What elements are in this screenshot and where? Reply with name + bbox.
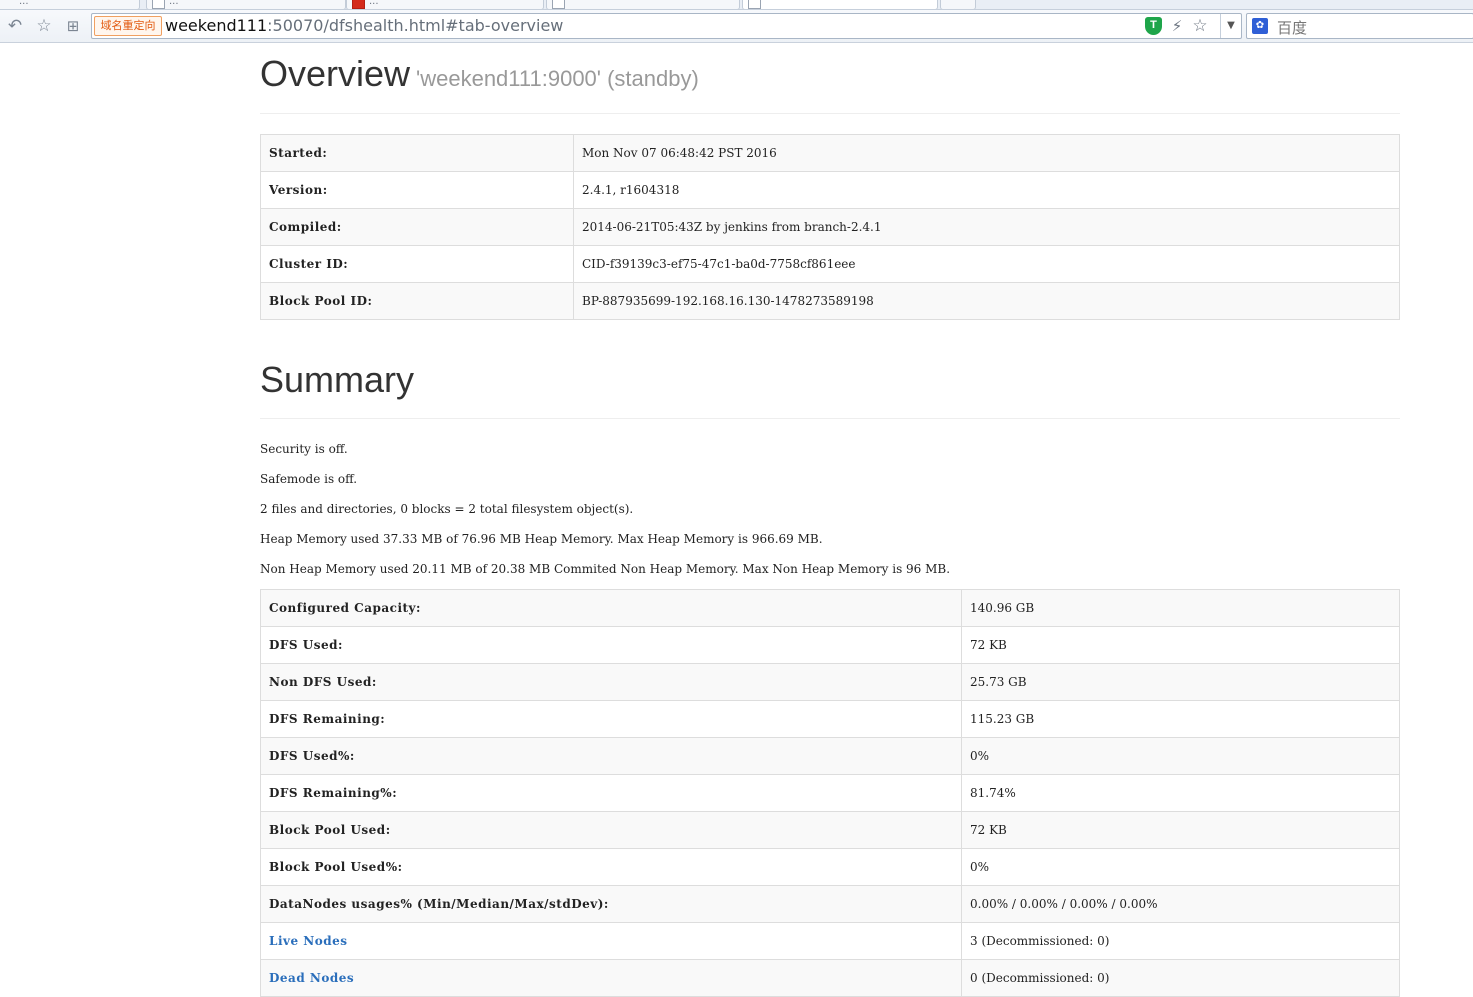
namenode-subtitle: 'weekend111:9000' (standby) <box>416 66 699 91</box>
tab-strip: ... ... ... <box>0 0 1473 10</box>
page-icon <box>748 0 761 9</box>
search-box[interactable]: ✿ 百度 <box>1246 13 1473 39</box>
row-label: Live Nodes <box>260 922 962 960</box>
table-row: Block Pool ID: BP-887935699-192.168.16.13… <box>260 282 1400 320</box>
url-host: weekend111 <box>165 16 268 35</box>
summary-title: Summary <box>260 359 415 400</box>
row-value: 3 (Decommissioned: 0) <box>961 922 1400 960</box>
table-row: Block Pool Used: 72 KB <box>260 811 1400 849</box>
table-row: DFS Used: 72 KB <box>260 626 1400 664</box>
row-value: 81.74% <box>961 774 1400 812</box>
table-row: Configured Capacity: 140.96 GB <box>260 589 1400 627</box>
overview-table: Started: Mon Nov 07 06:48:42 PST 2016 Ver… <box>260 134 1400 320</box>
url-text[interactable]: weekend111:50070/dfshealth.html#tab-over… <box>165 17 563 35</box>
url-path: :50070/dfshealth.html#tab-overview <box>267 16 564 35</box>
row-label: DFS Used: <box>260 626 962 664</box>
row-value: Mon Nov 07 06:48:42 PST 2016 <box>573 134 1400 172</box>
row-label: Block Pool ID: <box>260 282 574 320</box>
row-label: Version: <box>260 171 574 209</box>
browser-tab[interactable] <box>546 0 740 9</box>
bookmark-star-icon[interactable]: ☆ <box>1190 17 1210 35</box>
row-value: 72 KB <box>961 626 1400 664</box>
favorite-star-icon[interactable]: ☆ <box>34 16 54 36</box>
table-row: Compiled: 2014-06-21T05:43Z by jenkins fr… <box>260 208 1400 246</box>
security-status: Security is off. <box>260 442 348 456</box>
row-label: DFS Remaining%: <box>260 774 962 812</box>
page-icon <box>152 0 165 9</box>
browser-tab-active[interactable] <box>742 0 938 9</box>
redirect-badge[interactable]: 域名重定向 <box>94 16 162 36</box>
row-value: 25.73 GB <box>961 663 1400 701</box>
browser-tab[interactable]: ... <box>346 0 544 9</box>
row-label: Non DFS Used: <box>260 663 962 701</box>
new-tab-button[interactable] <box>940 0 976 9</box>
row-value: 140.96 GB <box>961 589 1400 627</box>
row-label: Configured Capacity: <box>260 589 962 627</box>
row-value: 72 KB <box>961 811 1400 849</box>
row-value: 0% <box>961 848 1400 886</box>
page-title: Overview'weekend111:9000' (standby) <box>260 54 699 99</box>
table-row: Block Pool Used%: 0% <box>260 848 1400 886</box>
table-row: Version: 2.4.1, r1604318 <box>260 171 1400 209</box>
tab-label: ... <box>19 0 29 7</box>
address-bar[interactable]: 域名重定向 weekend111:50070/dfshealth.html#ta… <box>91 13 1242 39</box>
tab-label: ... <box>369 0 379 7</box>
row-value: 0 (Decommissioned: 0) <box>961 959 1400 997</box>
row-label: DFS Used%: <box>260 737 962 775</box>
non-heap-memory: Non Heap Memory used 20.11 MB of 20.38 M… <box>260 562 951 576</box>
overview-title: Overview <box>260 53 411 94</box>
live-nodes-link[interactable]: Live Nodes <box>269 934 348 948</box>
app-grid-icon[interactable]: ⊞ <box>63 16 83 36</box>
row-label: Block Pool Used: <box>260 811 962 849</box>
lightning-icon[interactable]: ⚡ <box>1167 17 1187 35</box>
row-value: 0% <box>961 737 1400 775</box>
row-value: 2.4.1, r1604318 <box>573 171 1400 209</box>
table-row: Dead Nodes 0 (Decommissioned: 0) <box>260 959 1400 997</box>
row-label: Dead Nodes <box>260 959 962 997</box>
table-row: Live Nodes 3 (Decommissioned: 0) <box>260 922 1400 960</box>
page-icon <box>552 0 565 9</box>
search-input[interactable]: 百度 <box>1277 17 1307 38</box>
table-row: DataNodes usages% (Min/Median/Max/stdDev… <box>260 885 1400 923</box>
baidu-icon[interactable]: ✿ <box>1252 18 1268 34</box>
heap-memory: Heap Memory used 37.33 MB of 76.96 MB He… <box>260 532 823 546</box>
row-label: Started: <box>260 134 574 172</box>
table-row: DFS Remaining%: 81.74% <box>260 774 1400 812</box>
table-row: DFS Used%: 0% <box>260 737 1400 775</box>
security-shield-icon[interactable]: T <box>1145 17 1162 35</box>
row-value: 0.00% / 0.00% / 0.00% / 0.00% <box>961 885 1400 923</box>
browser-tab[interactable]: ... <box>0 0 140 9</box>
undo-close-tab-icon[interactable]: ↶ <box>5 16 25 36</box>
row-value: 115.23 GB <box>961 700 1400 738</box>
row-label: DataNodes usages% (Min/Median/Max/stdDev… <box>260 885 962 923</box>
table-row: DFS Remaining: 115.23 GB <box>260 700 1400 738</box>
row-label: DFS Remaining: <box>260 700 962 738</box>
safemode-status: Safemode is off. <box>260 472 358 486</box>
row-label: Block Pool Used%: <box>260 848 962 886</box>
row-label: Compiled: <box>260 208 574 246</box>
site-favicon-icon <box>352 0 365 9</box>
divider <box>260 418 1400 419</box>
summary-table: Configured Capacity: 140.96 GB DFS Used: 7… <box>260 589 1400 997</box>
tab-label: ... <box>169 0 179 7</box>
filesystem-objects: 2 files and directories, 0 blocks = 2 to… <box>260 502 634 516</box>
table-row: Non DFS Used: 25.73 GB <box>260 663 1400 701</box>
row-value: CID-f39139c3-ef75-47c1-ba0d-7758cf861eee <box>573 245 1400 283</box>
table-row: Cluster ID: CID-f39139c3-ef75-47c1-ba0d-7… <box>260 245 1400 283</box>
dead-nodes-link[interactable]: Dead Nodes <box>269 971 354 985</box>
divider <box>260 113 1400 114</box>
row-value: 2014-06-21T05:43Z by jenkins from branch… <box>573 208 1400 246</box>
row-value: BP-887935699-192.168.16.130-147827358919… <box>573 282 1400 320</box>
browser-toolbar: ↶ ☆ ⊞ 域名重定向 weekend111:50070/dfshealth.h… <box>0 10 1473 43</box>
table-row: Started: Mon Nov 07 06:48:42 PST 2016 <box>260 134 1400 172</box>
browser-tab[interactable]: ... <box>146 0 346 9</box>
row-label: Cluster ID: <box>260 245 574 283</box>
chevron-down-icon[interactable]: ▼ <box>1220 14 1241 38</box>
